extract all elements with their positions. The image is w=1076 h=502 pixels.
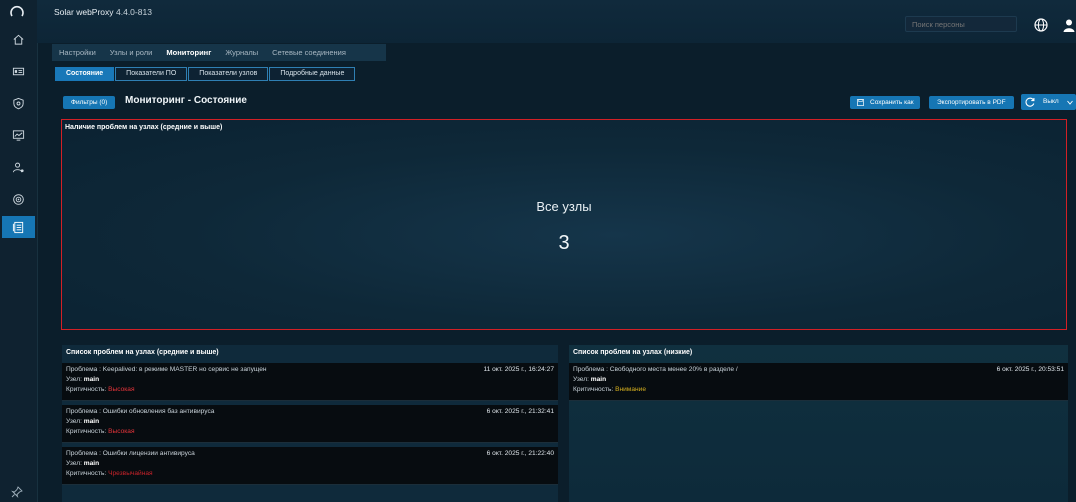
subtab-node-metrics[interactable]: Показатели узлов [188, 67, 269, 81]
save-as-button[interactable]: Сохранить как [850, 96, 920, 109]
subtab-state[interactable]: Состояние [55, 67, 115, 81]
save-as-label: Сохранить как [870, 99, 914, 106]
user-settings-icon[interactable] [6, 156, 30, 178]
filters-button[interactable]: Фильтры (0) [63, 96, 116, 109]
problem-date: 11 окт. 2025 г., 16:24:27 [483, 366, 554, 373]
severity-line: Критичность: Внимание [573, 386, 646, 393]
sidebar [0, 0, 38, 502]
all-nodes-label: Все узлы [536, 199, 592, 214]
subtab-software-metrics[interactable]: Показатели ПО [115, 67, 188, 81]
node-line: Узел: main [573, 376, 606, 383]
severity-line: Критичность: Высокая [66, 428, 135, 435]
list-item[interactable]: Проблема : Keepalived: в режиме MASTER н… [62, 363, 558, 401]
severity-prefix: Критичность: [66, 470, 107, 477]
node-line: Узел: main [66, 418, 99, 425]
export-pdf-label: Экспортировать в PDF [937, 99, 1006, 106]
severity-value: Чрезвычайная [108, 470, 153, 477]
severity-value: Внимание [615, 386, 646, 393]
refresh-icon [1025, 97, 1035, 107]
save-icon [857, 99, 864, 106]
node-prefix: Узел: [66, 418, 82, 425]
auto-refresh-label: Выкл [1043, 98, 1059, 105]
severity-value: Высокая [108, 428, 135, 435]
page-title: Мониторинг - Состояние [125, 95, 247, 106]
tab-journals[interactable]: Журналы [218, 48, 258, 57]
problem-text: Проблема : Свободного места менее 20% в … [573, 366, 738, 373]
id-card-icon[interactable] [6, 60, 30, 82]
severity-value: Высокая [108, 386, 135, 393]
home-icon[interactable] [6, 28, 30, 50]
tab-nodes-roles[interactable]: Узлы и роли [103, 48, 153, 57]
node-prefix: Узел: [573, 376, 589, 383]
export-pdf-button[interactable]: Экспортировать в PDF [929, 96, 1014, 109]
monitor-chart-icon[interactable] [6, 124, 30, 146]
journal-icon[interactable] [2, 216, 35, 238]
tab-network-connections[interactable]: Сетевые соединения [265, 48, 346, 57]
sub-tabs: Состояние Показатели ПО Показатели узлов… [55, 67, 356, 81]
network-globe-icon[interactable] [6, 188, 30, 210]
shield-icon[interactable] [6, 92, 30, 114]
problem-text: Проблема : Ошибки лицензии антивируса [66, 450, 195, 457]
node-name: main [590, 376, 607, 383]
severity-prefix: Критичность: [66, 386, 107, 393]
node-name: main [83, 460, 100, 467]
severity-prefix: Критичность: [66, 428, 107, 435]
severity-line: Критичность: Чрезвычайная [66, 470, 153, 477]
list-title: Список проблем на узлах (средние и выше) [66, 349, 219, 356]
node-problems-panel: Наличие проблем на узлах (средние и выше… [61, 119, 1067, 330]
problem-text: Проблема : Keepalived: в режиме MASTER н… [66, 366, 267, 373]
tab-settings[interactable]: Настройки [52, 48, 96, 57]
top-bar: Solar webProxy 4.4.0-813 [37, 0, 1076, 43]
panel-title: Наличие проблем на узлах (средние и выше… [65, 124, 223, 131]
search-input[interactable] [905, 16, 1017, 32]
subtab-detailed-data[interactable]: Подробные данные [269, 67, 356, 81]
node-prefix: Узел: [66, 376, 82, 383]
problem-date: 6 окт. 2025 г., 21:32:41 [486, 408, 554, 415]
node-line: Узел: main [66, 376, 99, 383]
problems-list-low: Список проблем на узлах (низкие) Проблем… [569, 345, 1068, 502]
node-name: main [83, 418, 100, 425]
list-item[interactable]: Проблема : Ошибки лицензии антивируса 6 … [62, 447, 558, 485]
auto-refresh-dropdown[interactable]: Выкл [1021, 94, 1076, 110]
app-version: 4.4.0-813 [116, 7, 152, 17]
app-name: Solar webProxy [54, 7, 114, 17]
all-nodes-count: 3 [558, 232, 570, 254]
list-item[interactable]: Проблема : Ошибки обновления баз антивир… [62, 405, 558, 443]
list-item[interactable]: Проблема : Свободного места менее 20% в … [569, 363, 1068, 401]
problems-list-medium-high: Список проблем на узлах (средние и выше)… [62, 345, 558, 502]
problem-date: 6 окт. 2025 г., 21:22:40 [486, 450, 554, 457]
pin-icon[interactable] [11, 486, 23, 498]
problem-text: Проблема : Ошибки обновления баз антивир… [66, 408, 215, 415]
node-name: main [83, 376, 100, 383]
severity-prefix: Критичность: [573, 386, 614, 393]
logo-icon[interactable] [9, 3, 25, 19]
node-line: Узел: main [66, 460, 99, 467]
severity-line: Критичность: Высокая [66, 386, 135, 393]
node-prefix: Узел: [66, 460, 82, 467]
chevron-down-icon [1067, 100, 1073, 105]
problem-date: 6 окт. 2025 г., 20:53:51 [996, 366, 1064, 373]
list-title: Список проблем на узлах (низкие) [573, 349, 693, 356]
main-tabs: Настройки Узлы и роли Мониторинг Журналы… [52, 44, 386, 61]
tab-monitoring[interactable]: Мониторинг [159, 48, 211, 57]
globe-icon[interactable] [1034, 18, 1048, 32]
user-icon[interactable] [1062, 18, 1076, 32]
